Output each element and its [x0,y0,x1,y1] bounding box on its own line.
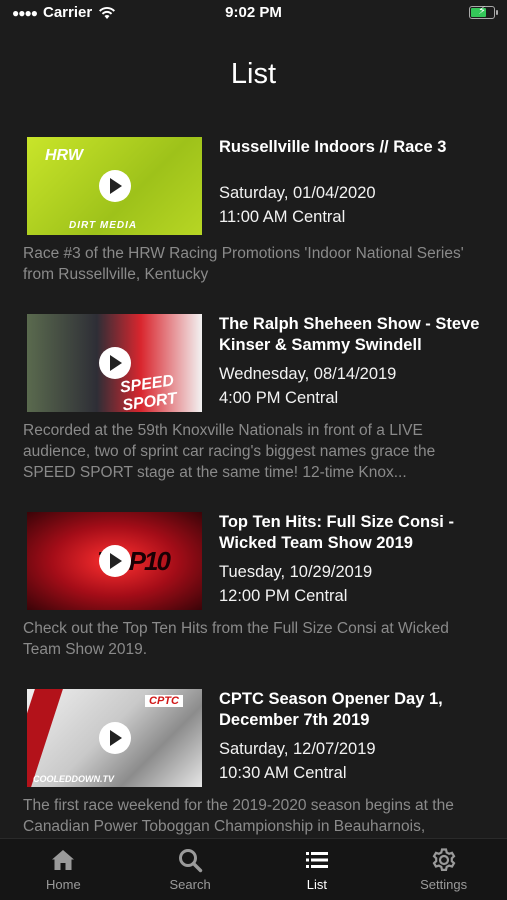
item-date: Saturday, 12/07/2019 [219,740,376,758]
list-item[interactable]: TOP10 Top Ten Hits: Full Size Consi - Wi… [0,503,507,660]
item-time: 10:30 AM Central [219,764,347,782]
item-date: Wednesday, 08/14/2019 [219,365,397,383]
tab-label: Home [46,877,81,892]
thumbnail-logo: CPTC [145,695,183,707]
item-date: Saturday, 01/04/2020 [219,184,376,202]
play-icon[interactable] [98,722,131,754]
home-icon [52,850,75,870]
item-description: The first race weekend for the 2019-2020… [23,797,454,835]
video-thumbnail[interactable]: TOP10 [27,512,202,610]
tab-bar: Home Search List Settings [0,838,507,900]
thumbnail-stripe [27,689,63,787]
tab-list[interactable]: List [254,839,381,900]
thumbnail-caption: DIRT MEDIA [69,220,138,231]
video-thumbnail[interactable]: CPTC COOLEDDOWN.TV [27,689,202,787]
item-title[interactable]: Russellville Indoors // Race 3 [219,137,484,158]
tab-home[interactable]: Home [0,839,127,900]
page-title: List [230,58,277,90]
item-description: Check out the Top Ten Hits from the Full… [23,620,449,658]
list-icon [305,852,328,868]
item-title[interactable]: CPTC Season Opener Day 1, December 7th 2… [219,689,484,731]
item-title[interactable]: Top Ten Hits: Full Size Consi - Wicked T… [219,512,484,554]
video-list[interactable]: HRW DIRT MEDIA Russellville Indoors // R… [0,128,507,838]
battery-icon: ⚡ [469,5,498,19]
play-icon[interactable] [98,545,131,577]
tab-label: List [306,877,327,892]
gear-icon [432,848,456,871]
list-item[interactable]: CPTC COOLEDDOWN.TV CPTC Season Opener Da… [0,680,507,838]
item-title[interactable]: The Ralph Sheheen Show - Steve Kinser & … [219,314,484,356]
charging-bolt-icon: ⚡ [478,5,486,17]
status-bar: ●●●● Carrier 9:02 PM ⚡ [0,0,507,28]
thumbnail-logo: HRW [45,147,83,164]
item-description: Recorded at the 59th Knoxville Nationals… [23,422,436,481]
play-icon[interactable] [98,170,131,202]
play-icon[interactable] [98,347,131,379]
thumbnail-caption: COOLEDDOWN.TV [33,774,114,784]
list-item[interactable]: HRW DIRT MEDIA Russellville Indoors // R… [0,128,507,285]
video-thumbnail[interactable]: SPEED SPORT [27,314,202,412]
tab-label: Settings [420,877,468,892]
video-thumbnail[interactable]: HRW DIRT MEDIA [27,137,202,235]
item-time: 12:00 PM Central [219,587,348,605]
item-time: 4:00 PM Central [219,389,339,407]
tab-label: Search [169,877,211,892]
search-icon [179,849,203,873]
item-time: 11:00 AM Central [219,208,346,226]
item-description: Race #3 of the HRW Racing Promotions 'In… [23,245,464,283]
tab-search[interactable]: Search [127,839,254,900]
status-time: 9:02 PM [225,4,282,21]
item-date: Tuesday, 10/29/2019 [219,563,373,581]
thumbnail-logo: SPEED SPORT [118,372,179,412]
list-item[interactable]: SPEED SPORT The Ralph Sheheen Show - Ste… [0,305,507,483]
tab-settings[interactable]: Settings [380,839,507,900]
